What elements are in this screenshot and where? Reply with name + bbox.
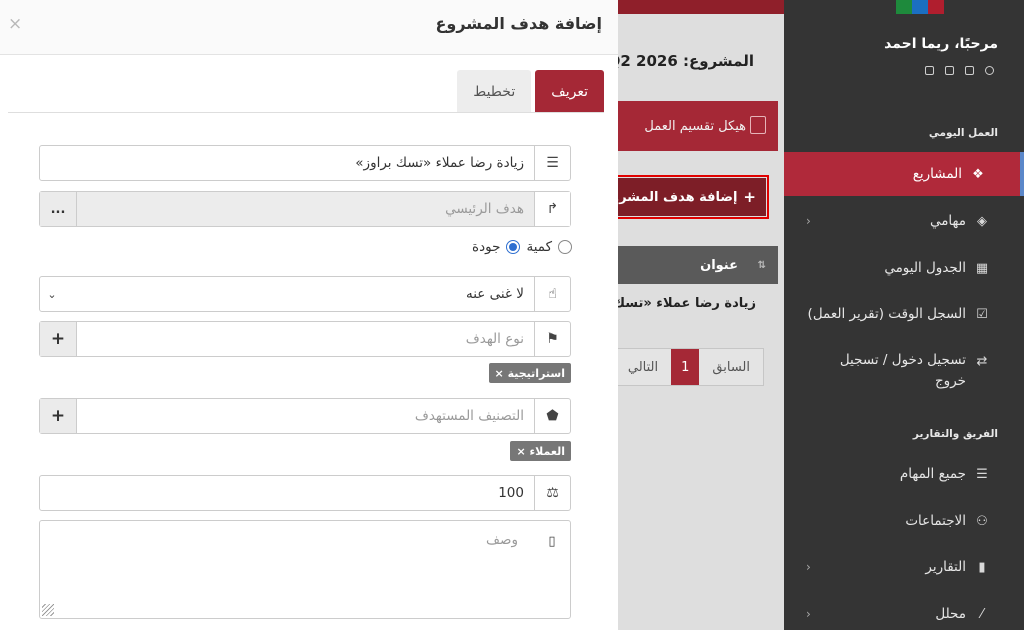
sidebar-item-label: المشاريع xyxy=(912,166,962,182)
sidebar-item-analyzer[interactable]: ⁄ محلل ‹ xyxy=(784,592,1024,630)
wbs-button-label: هيكل تقسيم العمل xyxy=(644,118,746,134)
project-title: المشروع: Q2 2026 xyxy=(618,52,754,70)
pager-prev[interactable]: السابق xyxy=(699,349,763,385)
parent-goal-input: هدف الرئيسي xyxy=(445,201,524,217)
calendar-grid-icon: ▦ xyxy=(975,260,989,276)
flag-icon: ⚑ xyxy=(534,322,570,356)
add-goal-type-button[interactable]: + xyxy=(40,322,77,356)
sidebar-item-meetings[interactable]: ⚇ الاجتماعات xyxy=(784,499,1024,543)
radio-quantitative-label: كمية xyxy=(526,239,552,255)
table-header[interactable]: ⇅ عنوان xyxy=(618,246,778,284)
top-bar xyxy=(618,0,784,14)
project-page: المشروع: Q2 2026 هيكل تقسيم العمل + إضاف… xyxy=(618,0,784,630)
sidebar-item-label: تسجيل دخول / تسجيل خروج xyxy=(839,352,966,389)
file-icon: ▯ xyxy=(548,533,556,549)
wand-icon: ⁄ xyxy=(980,606,984,622)
relevance-value: لا غنى عنه xyxy=(465,286,524,302)
close-icon[interactable]: × xyxy=(8,14,22,34)
sidebar-item-reports[interactable]: ▮ التقارير ‹ xyxy=(784,545,1024,589)
sidebar-item-label: محلل xyxy=(935,606,966,622)
sidebar-item-label: جميع المهام xyxy=(899,466,966,482)
goal-type-input: نوع الهدف xyxy=(465,331,524,347)
balance-scale-icon: ⚖ xyxy=(534,476,570,510)
parent-goal-browse-button[interactable]: ... xyxy=(40,192,77,226)
sidebar-item-label: الاجتماعات xyxy=(905,513,966,529)
chevron-left-icon: ‹ xyxy=(806,607,811,621)
cubes-icon: ❖ xyxy=(972,166,984,182)
relevance-select[interactable]: ☝ لا غنى عنه ⌄ xyxy=(39,276,571,312)
power-icon[interactable] xyxy=(985,66,994,75)
description-placeholder: وصف xyxy=(486,532,518,548)
sidebar-item-my-tasks[interactable]: ◈ مهامي ‹ xyxy=(784,199,1024,243)
file-icon: ▮ xyxy=(978,559,986,575)
tasks-icon: ◈ xyxy=(977,213,987,229)
sidebar-item-label: الجدول اليومي xyxy=(884,260,966,276)
list-icon: ☰ xyxy=(976,466,988,482)
goal-name-field[interactable]: ☰ زيادة رضا عملاء «تسك براوز» xyxy=(39,145,571,181)
pagination: السابق 1 التالي xyxy=(618,348,764,386)
goal-type-field[interactable]: ⚑ نوع الهدف + xyxy=(39,321,571,357)
card-icon[interactable] xyxy=(965,66,974,75)
resize-handle[interactable] xyxy=(42,604,54,616)
modal-title: إضافة هدف المشروع xyxy=(435,14,602,33)
pager-next[interactable]: التالي xyxy=(618,349,671,385)
modal-header: إضافة هدف المشروع × xyxy=(0,0,618,55)
tags-icon: ⬟ xyxy=(534,399,570,433)
sidebar: مرحبًا، ريما احمد العمل اليومي ❖ المشاري… xyxy=(784,0,1024,630)
tab-divider xyxy=(8,112,604,113)
sidebar-item-all-tasks[interactable]: ☰ جميع المهام xyxy=(784,452,1024,496)
gear-icon[interactable] xyxy=(945,66,954,75)
target-category-tag[interactable]: العملاء × xyxy=(510,441,571,461)
target-category-input: التصنيف المستهدف xyxy=(414,408,524,424)
goal-measure-radio-group: كمية جودة xyxy=(472,239,572,255)
plus-icon: + xyxy=(743,188,756,206)
radio-quantitative[interactable] xyxy=(558,240,572,254)
sidebar-item-projects[interactable]: ❖ المشاريع xyxy=(784,152,1024,196)
add-goal-button-label: إضافة هدف المشروع xyxy=(618,189,738,205)
sidebar-item-daily-schedule[interactable]: ▦ الجدول اليومي xyxy=(784,246,1024,290)
add-target-category-button[interactable]: + xyxy=(40,399,77,433)
description-textarea[interactable]: ▯ وصف xyxy=(39,520,571,619)
goal-name-value: زيادة رضا عملاء «تسك براوز» xyxy=(355,155,524,171)
list-icon: ☰ xyxy=(534,146,570,180)
parent-goal-field[interactable]: ↱ هدف الرئيسي ... xyxy=(39,191,571,227)
sort-icon: ⇅ xyxy=(757,259,766,271)
tab-planning[interactable]: تخطيط xyxy=(457,70,532,113)
user-greeting: مرحبًا، ريما احمد xyxy=(884,36,998,52)
section-team-reports: الفريق والتقارير xyxy=(912,428,998,440)
section-daily-work: العمل اليومي xyxy=(928,127,998,139)
weight-field[interactable]: ⚖ 100 xyxy=(39,475,571,511)
weight-value: 100 xyxy=(498,485,524,501)
chevron-down-icon: ⌄ xyxy=(47,287,57,301)
tab-definition[interactable]: تعريف xyxy=(535,70,604,113)
sidebar-item-time-log[interactable]: ☑ السجل الوقت (تقرير العمل) xyxy=(784,292,1024,336)
sidebar-item-check-in-out[interactable]: ⇄ تسجيل دخول / تسجيل خروج xyxy=(784,350,1024,404)
level-up-icon: ↱ xyxy=(534,192,570,226)
pager-current[interactable]: 1 xyxy=(671,349,700,385)
users-icon: ⚇ xyxy=(976,513,988,529)
radio-quality[interactable] xyxy=(506,240,521,254)
calendar-check-icon: ☑ xyxy=(976,306,988,322)
goal-type-tag[interactable]: استراتيجية × xyxy=(488,363,571,383)
hand-pointer-icon: ☝ xyxy=(534,277,570,311)
modal-tabs: تعريف تخطيط xyxy=(457,70,604,113)
sitemap-icon xyxy=(750,116,766,134)
radio-quality-label: جودة xyxy=(472,239,501,255)
sidebar-item-label: التقارير xyxy=(925,559,966,575)
table-row[interactable]: زيادة رضا عملاء «تسك xyxy=(618,296,756,311)
wbs-button[interactable]: هيكل تقسيم العمل xyxy=(618,101,778,151)
sidebar-item-label: مهامي xyxy=(929,213,966,229)
exchange-icon: ⇄ xyxy=(976,353,988,369)
chevron-left-icon: ‹ xyxy=(806,214,811,228)
add-goal-modal: إضافة هدف المشروع × تعريف تخطيط ☰ زيادة … xyxy=(0,0,618,630)
user-quick-icons xyxy=(925,66,994,75)
top-color-strip xyxy=(894,0,944,14)
column-title: عنوان xyxy=(700,257,738,273)
add-project-goal-button[interactable]: + إضافة هدف المشروع xyxy=(618,175,769,219)
sidebar-item-label: السجل الوقت (تقرير العمل) xyxy=(807,306,966,322)
lock-icon[interactable] xyxy=(925,66,934,75)
chevron-left-icon: ‹ xyxy=(806,560,811,574)
target-category-field[interactable]: ⬟ التصنيف المستهدف + xyxy=(39,398,571,434)
